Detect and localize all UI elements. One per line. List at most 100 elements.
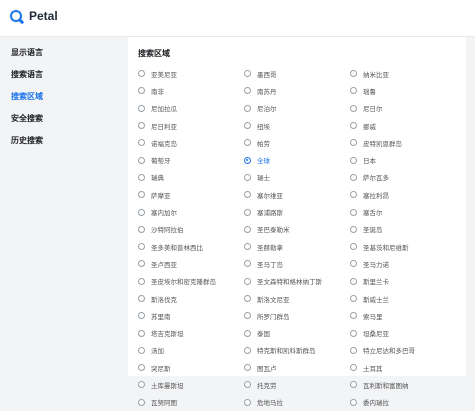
region-option[interactable]: 斯洛伐克 xyxy=(138,290,244,307)
region-option[interactable]: 坦桑尼亚 xyxy=(350,324,456,341)
region-option[interactable]: 塞浦路斯 xyxy=(244,203,350,220)
radio-icon[interactable] xyxy=(350,173,357,181)
radio-icon[interactable] xyxy=(138,398,145,406)
region-option[interactable]: 萨摩亚 xyxy=(138,186,244,203)
region-option[interactable]: 特克斯和凯科斯群岛 xyxy=(244,342,350,359)
radio-icon[interactable] xyxy=(244,139,251,147)
region-option[interactable]: 诺福克岛 xyxy=(138,134,244,151)
radio-icon[interactable] xyxy=(350,139,357,147)
radio-icon[interactable] xyxy=(138,329,145,337)
radio-icon[interactable] xyxy=(244,277,251,285)
radio-icon[interactable] xyxy=(350,87,357,95)
radio-icon[interactable] xyxy=(350,312,357,320)
radio-icon[interactable] xyxy=(138,346,145,354)
region-option[interactable]: 塞内加尔 xyxy=(138,203,244,220)
region-option[interactable]: 日本 xyxy=(350,151,456,168)
region-option[interactable]: 圣巴泰勒米 xyxy=(244,221,350,238)
radio-icon[interactable] xyxy=(138,191,145,199)
region-option[interactable]: 沙特阿拉伯 xyxy=(138,221,244,238)
region-option[interactable]: 南非 xyxy=(138,82,244,99)
radio-icon[interactable] xyxy=(138,87,145,95)
radio-icon[interactable] xyxy=(350,104,357,112)
radio-icon[interactable] xyxy=(138,277,145,285)
radio-icon[interactable] xyxy=(138,260,145,268)
radio-icon[interactable] xyxy=(138,208,145,216)
sidebar-item-search-history[interactable]: 历史搜索 xyxy=(0,130,110,152)
region-option[interactable]: 亚美尼亚 xyxy=(138,65,244,82)
region-option[interactable]: 墨西哥 xyxy=(244,65,350,82)
radio-icon[interactable] xyxy=(350,243,357,251)
region-option[interactable]: 尼泊尔 xyxy=(244,100,350,117)
region-option[interactable]: 圣马力诺 xyxy=(350,255,456,272)
radio-icon[interactable] xyxy=(350,277,357,285)
region-option[interactable]: 圣多美和普林西比 xyxy=(138,238,244,255)
region-option[interactable]: 圣马丁岛 xyxy=(244,255,350,272)
radio-icon[interactable] xyxy=(350,156,357,164)
radio-icon[interactable] xyxy=(350,295,357,302)
region-option[interactable]: 圣卢西亚 xyxy=(138,255,244,272)
region-option[interactable]: 汤加 xyxy=(138,342,244,359)
radio-icon[interactable] xyxy=(350,346,357,354)
sidebar-item-search-language[interactable]: 搜索语言 xyxy=(0,64,110,86)
region-option[interactable]: 尼加拉瓜 xyxy=(138,100,244,117)
radio-icon[interactable] xyxy=(244,381,251,389)
region-option[interactable]: 瑞士 xyxy=(244,169,350,186)
region-option[interactable]: 瑙鲁 xyxy=(350,82,456,99)
region-option[interactable]: 委内瑞拉 xyxy=(350,394,456,411)
radio-icon[interactable] xyxy=(350,364,357,372)
region-option[interactable]: 泰国 xyxy=(244,324,350,341)
region-option[interactable]: 萨尔瓦多 xyxy=(350,169,456,186)
region-option[interactable]: 纽埃 xyxy=(244,117,350,134)
region-option[interactable]: 苏里南 xyxy=(138,307,244,324)
region-option[interactable]: 土库曼斯坦 xyxy=(138,376,244,393)
region-option[interactable]: 皮特凯恩群岛 xyxy=(350,134,456,151)
region-option[interactable]: 塞舌尔 xyxy=(350,203,456,220)
radio-icon[interactable] xyxy=(138,173,145,181)
region-option[interactable]: 土耳其 xyxy=(350,359,456,376)
region-option[interactable]: 斯威士兰 xyxy=(350,290,456,307)
radio-icon[interactable] xyxy=(138,243,145,251)
radio-selected-icon[interactable] xyxy=(244,156,251,164)
radio-icon[interactable] xyxy=(350,122,357,130)
radio-icon[interactable] xyxy=(138,295,145,302)
region-option[interactable]: 尼日利亚 xyxy=(138,117,244,134)
region-option[interactable]: 圣皮埃尔和密克隆群岛 xyxy=(138,273,244,290)
radio-icon[interactable] xyxy=(244,260,251,268)
region-option[interactable]: 图瓦卢 xyxy=(244,359,350,376)
radio-icon[interactable] xyxy=(244,191,251,199)
radio-icon[interactable] xyxy=(350,191,357,199)
radio-icon[interactable] xyxy=(244,173,251,181)
radio-icon[interactable] xyxy=(244,295,251,302)
sidebar-item-search-region[interactable]: 搜索区域 xyxy=(0,86,110,108)
radio-icon[interactable] xyxy=(244,312,251,320)
region-option[interactable]: 所罗门群岛 xyxy=(244,307,350,324)
radio-icon[interactable] xyxy=(350,381,357,389)
region-option[interactable]: 挪威 xyxy=(350,117,456,134)
radio-icon[interactable] xyxy=(350,225,357,233)
region-option[interactable]: 圣诞岛 xyxy=(350,221,456,238)
region-option[interactable]: 突尼斯 xyxy=(138,359,244,376)
region-option[interactable]: 全球 xyxy=(244,151,350,168)
radio-icon[interactable] xyxy=(138,364,145,372)
region-option[interactable]: 特立尼达和多巴哥 xyxy=(350,342,456,359)
radio-icon[interactable] xyxy=(138,381,145,389)
radio-icon[interactable] xyxy=(138,122,145,130)
sidebar-item-safe-search[interactable]: 安全搜索 xyxy=(0,108,110,130)
region-option[interactable]: 帕劳 xyxy=(244,134,350,151)
region-option[interactable]: 圣文森特和格林纳丁斯 xyxy=(244,273,350,290)
region-option[interactable]: 塞拉利昂 xyxy=(350,186,456,203)
radio-icon[interactable] xyxy=(244,87,251,95)
region-option[interactable]: 瓦努阿图 xyxy=(138,394,244,411)
petal-logo[interactable]: Petal xyxy=(10,9,58,23)
radio-icon[interactable] xyxy=(244,225,251,233)
region-option[interactable]: 托克劳 xyxy=(244,376,350,393)
radio-icon[interactable] xyxy=(138,156,145,164)
radio-icon[interactable] xyxy=(244,208,251,216)
region-option[interactable]: 葡萄牙 xyxy=(138,151,244,168)
radio-icon[interactable] xyxy=(244,122,251,130)
region-option[interactable]: 圣赫勒拿 xyxy=(244,238,350,255)
radio-icon[interactable] xyxy=(138,312,145,320)
radio-icon[interactable] xyxy=(350,70,357,78)
radio-icon[interactable] xyxy=(244,104,251,112)
radio-icon[interactable] xyxy=(350,398,357,406)
